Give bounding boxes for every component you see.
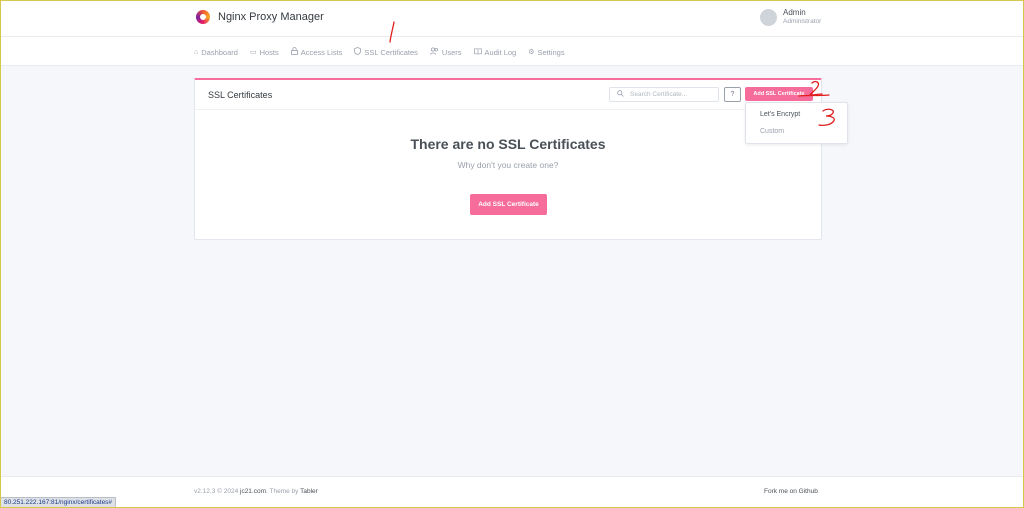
card-title: SSL Certificates [208,90,273,100]
nav-item-label: Access Lists [300,47,343,57]
nav-item-label: Users [441,47,462,57]
dropdown-item-lets-encrypt[interactable]: Let's Encrypt [760,111,800,118]
search-input[interactable] [630,89,715,100]
nav-item-audit-log[interactable]: Audit Log [473,47,517,57]
lock-icon [290,47,298,57]
users-icon [430,47,439,57]
nav-item-access-lists[interactable]: Access Lists [290,47,343,57]
ssl-certificates-card: SSL Certificates ? Add SSL Certificate T… [194,78,822,240]
user-menu[interactable]: Admin Administrator [760,8,821,26]
search-icon [617,90,624,99]
footer-version: v2.12.3 © 2024 [194,488,240,495]
footer-credits: v2.12.3 © 2024 jc21.com. Theme by Tabler [194,488,318,495]
github-link[interactable]: Fork me on Github [764,488,818,495]
avatar [760,8,777,26]
main-nav: ⌂ Dashboard ▭ Hosts Access Lists SSL Cer… [0,37,1024,66]
add-certificate-dropdown: Let's Encrypt Custom [745,102,848,144]
nav-item-label: Dashboard [201,47,238,57]
app-logo-icon [196,10,210,24]
user-role: Administrator [783,18,822,25]
browser-status-url: 80.251.222.167:81/nginx/certificates# [0,497,117,508]
footer-company-link[interactable]: jc21.com [240,488,266,495]
user-name: Admin [783,8,806,17]
footer-theme-prefix: . Theme by [266,488,301,495]
brand[interactable]: Nginx Proxy Manager [196,10,324,24]
footer: v2.12.3 © 2024 jc21.com. Theme by Tabler… [0,476,1024,508]
dropdown-item-custom[interactable]: Custom [760,128,784,135]
window-frame [0,0,1024,508]
empty-state-title: There are no SSL Certificates [410,136,606,152]
help-icon: ? [730,91,735,98]
nav-item-label: Settings [537,47,565,57]
card-header: SSL Certificates ? Add SSL Certificate [195,80,821,110]
nav-item-hosts[interactable]: ▭ Hosts [250,47,279,57]
help-button[interactable]: ? [724,87,741,102]
empty-state-add-button[interactable]: Add SSL Certificate [470,194,547,215]
nav-item-users[interactable]: Users [430,47,462,57]
book-icon [473,47,482,57]
nav-item-dashboard[interactable]: ⌂ Dashboard [194,47,238,57]
top-header: Nginx Proxy Manager Admin Administrator [0,0,1024,37]
nav-item-label: SSL Certificates [364,47,418,57]
nav-item-label: Hosts [259,47,279,57]
home-icon: ⌂ [194,48,199,56]
empty-state-subtitle: Why don't you create one? [457,160,559,170]
footer-theme-link[interactable]: Tabler [300,488,318,495]
user-info: Admin Administrator [783,8,821,26]
nav-item-label: Audit Log [484,47,517,57]
gear-icon: ⚙ [528,49,535,56]
app-name: Nginx Proxy Manager [218,11,324,23]
add-ssl-certificate-button[interactable]: Add SSL Certificate [745,87,813,101]
monitor-icon: ▭ [249,49,257,56]
nav-item-settings[interactable]: ⚙ Settings [528,47,564,57]
search-box [609,87,719,102]
shield-icon [354,47,362,57]
nav-item-ssl-certificates[interactable]: SSL Certificates [354,47,418,57]
